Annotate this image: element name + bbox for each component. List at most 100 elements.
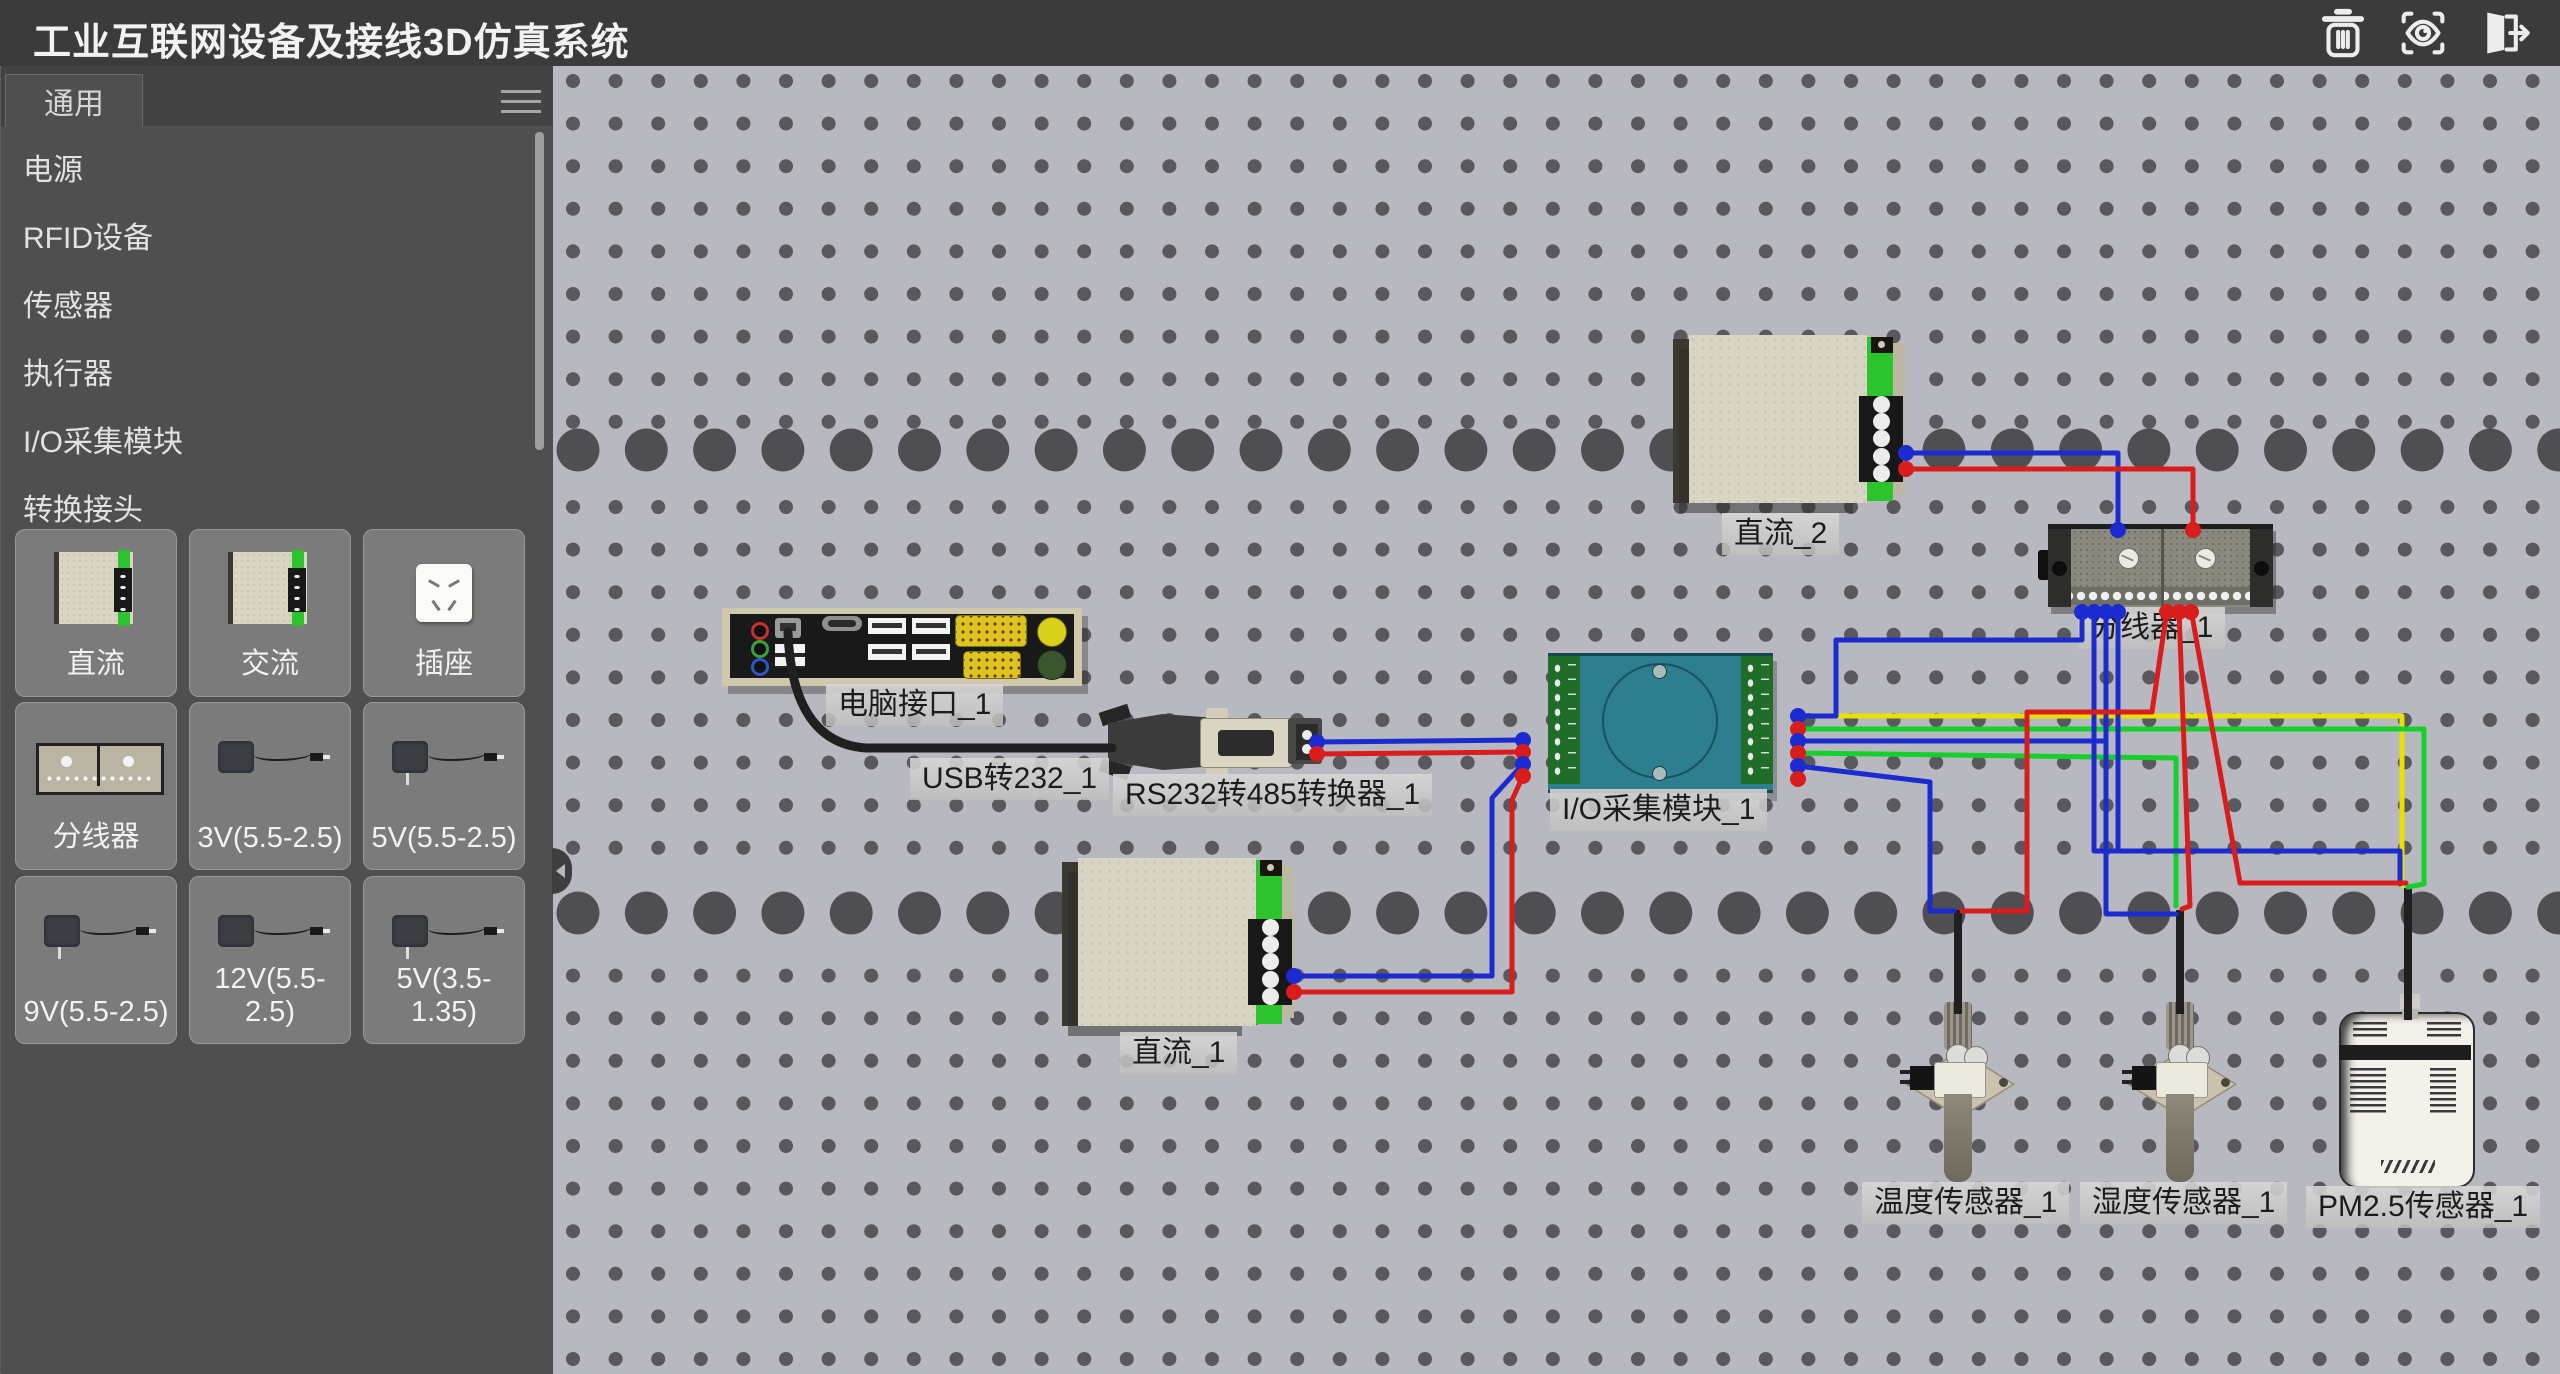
device-humidity-sensor[interactable] (2120, 898, 2240, 1188)
device-dc-power-1[interactable] (1062, 858, 1294, 1030)
audio-jack-blue (751, 658, 769, 676)
splitter-screw (2118, 548, 2139, 569)
pm25-cable-connector (2402, 1009, 2418, 1019)
usb-ports-b (912, 616, 950, 668)
vent-slots (2350, 1068, 2386, 1116)
device-splitter[interactable] (2048, 524, 2273, 607)
adapter-thumbnail (190, 711, 350, 821)
delete-icon[interactable] (2314, 4, 2372, 62)
palette-item-label: 9V(5.5-2.5) (16, 996, 176, 1029)
splitter-screw (2195, 548, 2216, 569)
sensor-probe (2166, 1094, 2194, 1182)
psu-face (1078, 858, 1256, 1026)
title-bar: 工业互联网设备及接线3D仿真系统 (0, 0, 2560, 66)
palette-item-label: 5V(5.5-2.5) (364, 822, 524, 855)
device-pc-interface[interactable] (722, 608, 1082, 686)
device-label: 温度传感器_1 (1862, 1182, 2069, 1224)
palette-item-5v-adapter[interactable]: 5V(5.5-2.5) (363, 702, 525, 870)
palette-item-label: 插座 (364, 640, 524, 682)
device-rs232-485-converter[interactable] (1100, 706, 1330, 784)
palette-item-ac[interactable]: 交流 (189, 529, 351, 697)
sensor-clamp (1934, 1062, 1986, 1098)
usb-stack-small (775, 644, 805, 668)
splitter-cap-left (2048, 529, 2071, 607)
palette-item-3v-adapter[interactable]: 3V(5.5-2.5) (189, 702, 351, 870)
sensor-connector (1910, 1066, 1936, 1090)
view-reset-icon[interactable] (2394, 4, 2452, 62)
pm25-bottom-vent (2381, 1160, 2435, 1173)
sensor-cable (1955, 910, 1961, 1006)
audio-jack-green (751, 640, 769, 658)
usb-ports-a (868, 616, 906, 668)
sensor-ribbed-top (2166, 1002, 2194, 1050)
palette-item-5v-slim-adapter[interactable]: 5V(3.5-1.35) (363, 876, 525, 1044)
converter-terminals (1296, 724, 1318, 760)
sensor-connector (2132, 1066, 2158, 1090)
device-label: USB转232_1 (910, 758, 1109, 800)
dc-power-thumbnail (16, 538, 176, 648)
palette-item-socket[interactable]: 插座 (363, 529, 525, 697)
db9-opening (1218, 730, 1274, 756)
plate-hole (2221, 1078, 2230, 1087)
connector-prong (1900, 1070, 1910, 1074)
device-label: I/O采集模块_1 (1550, 789, 1767, 831)
module-circle (1602, 663, 1718, 779)
device-label: 分线器_1 (2078, 607, 2225, 649)
audio-jack-red (751, 622, 769, 640)
palette-item-9v-adapter[interactable]: 9V(5.5-2.5) (15, 876, 177, 1044)
sensor-probe (1944, 1094, 1972, 1182)
sidebar-item-sensor[interactable]: 传感器 (1, 273, 543, 341)
round-port-green (1037, 650, 1067, 680)
splitter-cap-right (2250, 529, 2273, 607)
exit-icon[interactable] (2474, 4, 2532, 62)
app-title: 工业互联网设备及接线3D仿真系统 (33, 11, 630, 66)
connector-prong (1900, 1080, 1910, 1084)
sidebar: 通用 电源 RFID设备 传感器 执行器 I/O采集模块 转换接头 直流 交流 … (0, 66, 553, 1374)
palette-item-label: 3V(5.5-2.5) (190, 822, 350, 855)
psu-notch (1871, 337, 1893, 353)
ps2-port (775, 618, 801, 638)
palette-item-label: 5V(3.5-1.35) (364, 963, 524, 1029)
sidebar-item-power[interactable]: 电源 (1, 137, 543, 205)
palette-item-dc[interactable]: 直流 (15, 529, 177, 697)
menu-icon[interactable] (501, 90, 541, 114)
palette-item-label: 直流 (16, 640, 176, 682)
socket-thumbnail (364, 538, 524, 648)
sidebar-item-actuator[interactable]: 执行器 (1, 341, 543, 409)
psu-face (1689, 335, 1867, 503)
module-screw (1652, 766, 1667, 781)
sidebar-scrollbar[interactable] (535, 132, 544, 450)
converter-hood (1108, 714, 1208, 770)
adapter-thumbnail (16, 885, 176, 995)
splitter-divider (2161, 529, 2164, 607)
psu-terminals (1859, 396, 1903, 482)
device-label: PM2.5传感器_1 (2306, 1186, 2540, 1228)
device-label: 湿度传感器_1 (2080, 1182, 2287, 1224)
device-label: 直流_2 (1722, 513, 1839, 555)
device-pm25-sensor[interactable] (2339, 1012, 2475, 1188)
device-io-module[interactable] (1548, 653, 1773, 793)
pm25-cable-connector (2400, 994, 2420, 1010)
device-temperature-sensor[interactable] (1898, 898, 2018, 1188)
vent-slots (2353, 1022, 2387, 1038)
ac-power-thumbnail (190, 538, 350, 648)
connector-prong (2122, 1080, 2132, 1084)
terminal-strip-left (1548, 656, 1580, 784)
device-dc-power-2[interactable] (1673, 335, 1905, 507)
sidebar-item-rfid[interactable]: RFID设备 (1, 205, 543, 273)
vent-slots (2427, 1022, 2461, 1038)
sidebar-item-io-module[interactable]: I/O采集模块 (1, 409, 543, 477)
sensor-clamp (2156, 1062, 2208, 1098)
serial-port-large (955, 615, 1027, 647)
palette-item-splitter[interactable]: 分线器 (15, 702, 177, 870)
sensor-cable (2177, 910, 2183, 1006)
vent-slots (2430, 1068, 2456, 1116)
palette-item-label: 分线器 (16, 813, 176, 855)
tab-general[interactable]: 通用 (5, 74, 143, 127)
psu-terminals (1248, 919, 1292, 1005)
device-label: 直流_1 (1120, 1032, 1237, 1074)
psu-side (1673, 339, 1689, 503)
palette-item-12v-adapter[interactable]: 12V(5.5-2.5) (189, 876, 351, 1044)
psu-notch (1260, 860, 1282, 876)
device-label: 电脑接口_1 (826, 684, 1003, 726)
